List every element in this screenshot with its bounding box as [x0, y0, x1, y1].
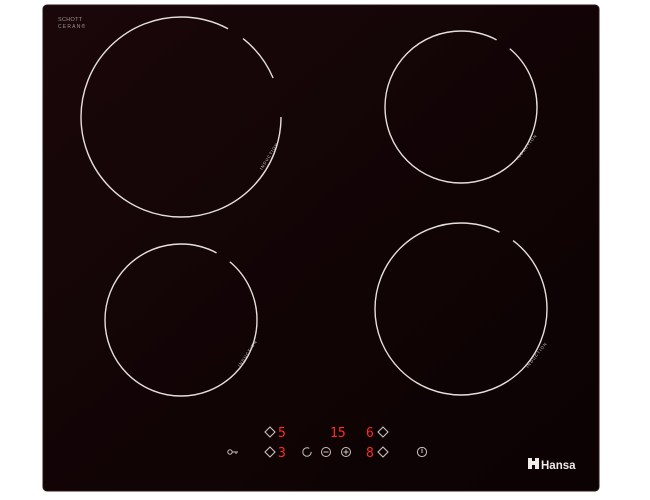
logo-line1: SCHOTT [58, 17, 83, 23]
power-level-display-left-top: 5 [278, 426, 286, 441]
glass-panel [42, 4, 600, 492]
power-level-display-right-top: 6 [366, 426, 374, 441]
logo-line2: CERAN® [58, 23, 86, 30]
power-level-display-right-bottom: 8 [366, 446, 374, 461]
schott-ceran-logo: SCHOTT CERAN® [58, 17, 86, 30]
brand-name: Hansa [541, 460, 576, 472]
cooktop-photo: SCHOTT CERAN® INDUCTION INDUCTION INDUCT… [42, 4, 600, 492]
power-level-display-left-bottom: 3 [278, 446, 286, 461]
timer-display: 15 [330, 426, 346, 441]
